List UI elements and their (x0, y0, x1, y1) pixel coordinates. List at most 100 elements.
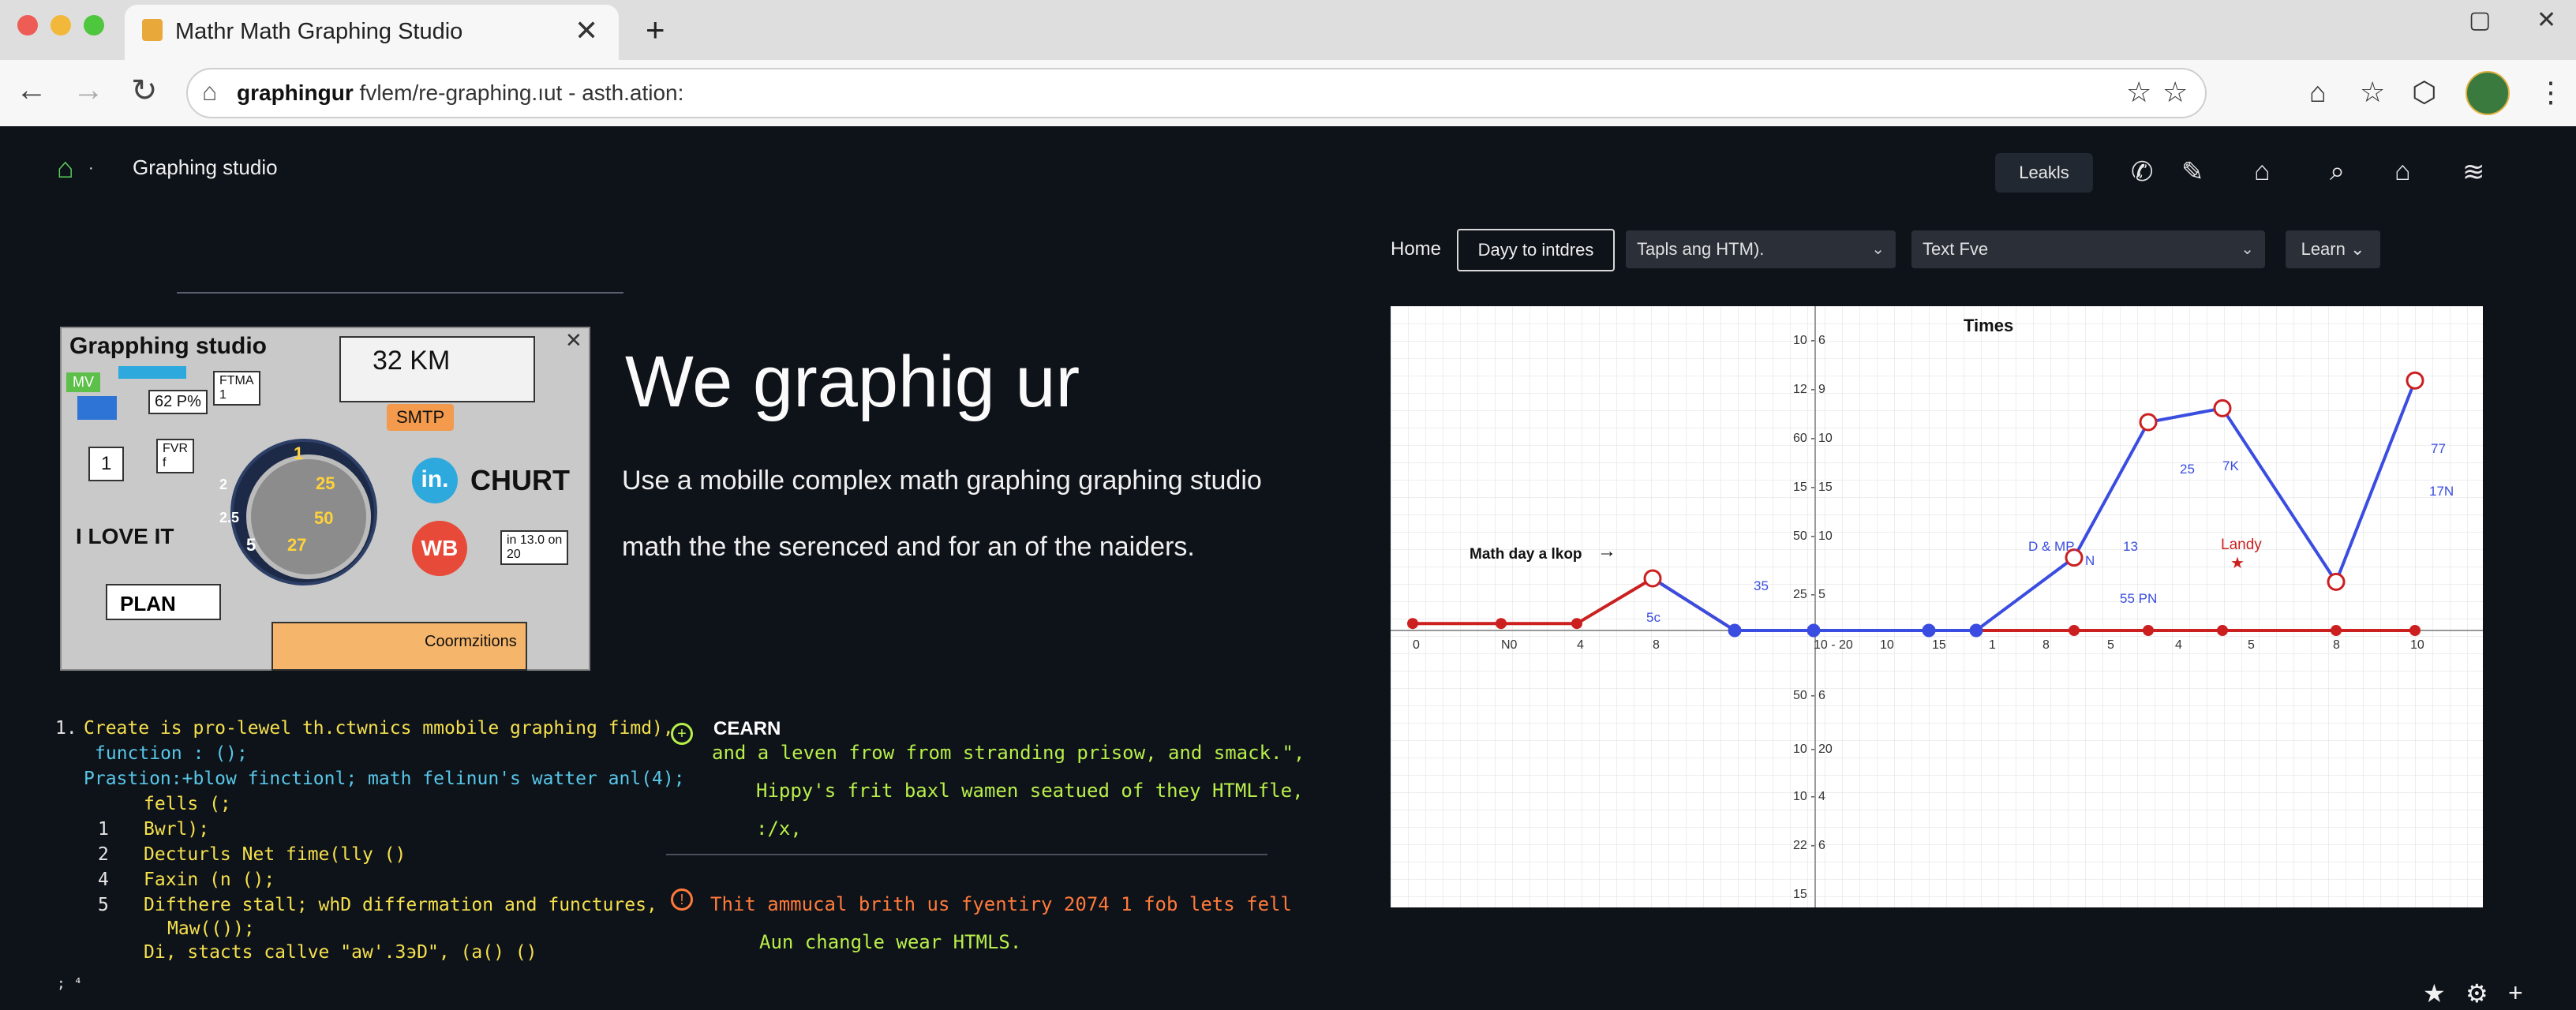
reading-list-icon[interactable]: ☆ (2360, 76, 2385, 109)
code-line-number: 4 (98, 870, 109, 890)
data-point[interactable] (1807, 623, 1821, 638)
tab-close-icon[interactable]: ✕ (575, 14, 598, 47)
x-tick-label: 10 (1880, 638, 1894, 652)
data-point[interactable] (2331, 625, 2342, 636)
home-small-icon[interactable]: ⌂ (202, 77, 217, 107)
y-tick-label: 15 - 15 (1793, 481, 1833, 494)
code-line: Decturls Net fime(lly () (144, 844, 406, 865)
data-point[interactable] (1571, 618, 1582, 630)
profile-avatar[interactable] (2466, 71, 2510, 115)
building-icon[interactable]: ⌂ (2394, 156, 2411, 187)
data-point[interactable] (2406, 371, 2424, 390)
maximize-window-button[interactable] (84, 15, 104, 36)
data-point[interactable] (1496, 618, 1507, 630)
y-tick-label: 22 - 6 (1793, 839, 1825, 852)
cearn-line: :/x, (756, 817, 802, 840)
house-icon[interactable]: ⌂ (2254, 156, 2271, 187)
dial-number: 25 (316, 473, 335, 493)
home-icon[interactable]: ⌂ (57, 152, 74, 185)
code-line: Bwrl); (144, 819, 210, 840)
thumbnail-close-icon[interactable]: ✕ (565, 328, 582, 353)
data-point[interactable] (1922, 623, 1936, 638)
dial-number: 50 (314, 508, 334, 528)
percent-label: 62 P% (148, 390, 208, 414)
x-tick-label: 0 (1413, 638, 1420, 652)
warning-circle-icon: ! (671, 888, 693, 911)
back-icon[interactable]: ← (16, 73, 47, 108)
divider (666, 854, 1267, 855)
graph-chart[interactable]: Times 0 N0 4 8 10 - 20 10 15 1 8 5 4 5 8 10 10 - 6 12 … (1391, 306, 2483, 907)
add-icon[interactable]: + (2508, 978, 2523, 1008)
day-button[interactable]: Dayy to intdres (1457, 229, 1615, 271)
leakls-button[interactable]: Leakls (1995, 153, 2093, 193)
data-point[interactable] (2069, 625, 2080, 636)
data-point[interactable] (1969, 623, 1983, 638)
x-tick-label: 15 (1932, 638, 1946, 652)
hero-title: We graphig ur (625, 342, 1080, 422)
dial-center (246, 454, 371, 579)
star-icon[interactable]: ★ (2423, 978, 2446, 1008)
dial-number: 2 (219, 477, 228, 492)
url-domain: graphingur (237, 80, 354, 105)
data-point[interactable] (2217, 625, 2228, 636)
code-line-number: 5 (98, 895, 109, 915)
learn-dropdown[interactable]: Learn ⌄ (2286, 230, 2380, 268)
data-point[interactable] (1643, 569, 1662, 588)
dial-number: 1 (294, 443, 304, 463)
minimize-window-button[interactable] (51, 15, 71, 36)
chart-annotation: Math day a lkop (1470, 546, 1582, 563)
x-tick-label: 1 (1989, 638, 1996, 652)
bookmark-star-icon[interactable]: ☆ (2126, 76, 2151, 109)
close-window-button[interactable] (17, 15, 38, 36)
y-tick-label: 10 - 4 (1793, 790, 1825, 803)
data-point[interactable] (1728, 623, 1742, 638)
churt-label: CHURT (470, 464, 570, 496)
text-select[interactable]: Text Fve ⌄ (1911, 230, 2265, 268)
toolbar-strip (118, 366, 186, 379)
tab-title: Mathr Math Graphing Studio (175, 19, 463, 44)
cearn-line: and a leven frow from stranding prisow, … (712, 742, 1305, 764)
code-prompt[interactable]: ; ⁴ (57, 975, 83, 992)
chart-annotation: 25 (2180, 462, 2195, 477)
cormz-label: Coormzitions (425, 633, 517, 650)
km-label: 32 KM (373, 346, 451, 376)
code-line: Faxin (n (); (144, 870, 275, 890)
wifi-icon[interactable]: ≋ (2462, 156, 2485, 188)
data-point[interactable] (2327, 572, 2346, 591)
code-line-number: 1. (55, 718, 77, 739)
plan-label: PLAN (106, 584, 221, 620)
forward-icon[interactable]: → (73, 73, 104, 108)
y-tick-label: 10 - 20 (1793, 743, 1833, 756)
home-toolbar-icon[interactable]: ⌂ (2309, 76, 2327, 109)
code-line: Create is pro-lewel th.ctwnics mmobile g… (84, 718, 674, 739)
plus-circle-icon: + (671, 723, 693, 745)
menu-icon[interactable]: ⋮ (2537, 76, 2565, 109)
close-app-icon[interactable]: ✕ (2537, 6, 2556, 34)
pen-icon[interactable]: ✎ (2181, 156, 2204, 188)
settings-gear-icon[interactable]: ⚙ (2466, 978, 2488, 1008)
y-tick-label: 15 (1793, 888, 1807, 901)
new-tab-icon[interactable]: + (646, 11, 665, 49)
x-tick-label: N0 (1501, 638, 1518, 652)
x-tick-label: 10 - 20 (1814, 638, 1853, 652)
format-select[interactable]: Tapls ang HTM). ⌄ (1626, 230, 1896, 268)
data-point[interactable] (2143, 625, 2154, 636)
reload-icon[interactable]: ↻ (131, 73, 158, 109)
url-text: graphingur fvlem/re-graphing.ıut - asth.… (237, 80, 683, 106)
data-point[interactable] (2213, 398, 2232, 417)
phone-icon[interactable]: ✆ (2131, 156, 2154, 188)
x-tick-label: 5 (2107, 638, 2114, 652)
warning-line: Thit ammucal brith us fyentiry 2074 1 fo… (710, 893, 1292, 915)
star-marker-icon: ★ (2230, 555, 2245, 572)
extensions-icon[interactable]: ⬡ (2412, 76, 2436, 109)
data-point[interactable] (2139, 413, 2158, 432)
chevron-down-icon: ⌄ (1871, 241, 1885, 258)
search-icon[interactable]: ⌕ (2330, 156, 2345, 187)
chart-annotation: 77 (2431, 441, 2446, 456)
data-point[interactable] (2409, 625, 2421, 636)
restore-window-icon[interactable]: ▢ (2469, 6, 2491, 34)
hero-subtitle-1: Use a mobille complex math graphing grap… (622, 466, 1262, 496)
home-link[interactable]: Home (1391, 238, 1441, 260)
favorite-star-icon[interactable]: ☆ (2162, 76, 2188, 109)
data-point[interactable] (1407, 618, 1418, 630)
